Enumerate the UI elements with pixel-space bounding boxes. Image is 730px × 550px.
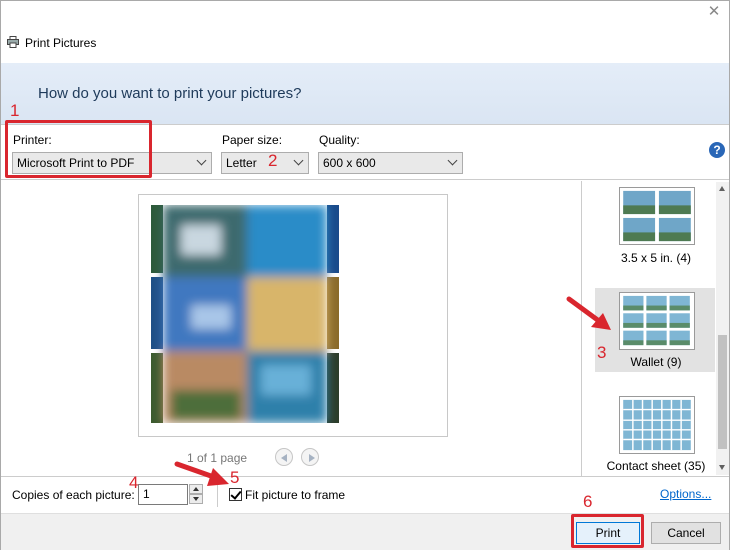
layout-caption: 3.5 x 5 in. (4): [620, 251, 692, 265]
printer-icon: [7, 36, 19, 48]
copies-stepper[interactable]: [189, 484, 203, 505]
annotation-number: 4: [129, 473, 139, 492]
chevron-down-icon: [447, 155, 458, 166]
annotation-number: 5: [230, 468, 240, 487]
window-title: Print Pictures: [25, 36, 97, 50]
options-link[interactable]: Options...: [660, 487, 711, 501]
scroll-down-icon[interactable]: [719, 465, 725, 470]
quality-label: Quality:: [319, 133, 360, 147]
annotation-number: 3: [597, 343, 607, 362]
help-icon[interactable]: ?: [709, 142, 725, 158]
fit-picture-label: Fit picture to frame: [245, 488, 346, 502]
layout-thumbnail: [619, 396, 695, 454]
print-pictures-window: Print Pictures ✕ How do you want to prin…: [0, 0, 730, 550]
annotation-number: 6: [583, 492, 593, 511]
scrollbar-thumb[interactable]: [718, 335, 727, 449]
layout-scrollbar[interactable]: [716, 182, 729, 475]
divider: [217, 481, 218, 507]
stepper-up-icon[interactable]: [189, 484, 203, 494]
next-page-icon[interactable]: [301, 448, 319, 466]
paper-size-value: Letter: [226, 156, 257, 170]
annotation-box-print: [571, 514, 644, 548]
annotation-number: 2: [268, 151, 278, 170]
chevron-down-icon: [196, 155, 207, 166]
quality-select[interactable]: 600 x 600: [318, 152, 463, 174]
annotation-number: 1: [10, 101, 20, 120]
paper-size-label: Paper size:: [222, 133, 283, 147]
fit-picture-checkbox[interactable]: [229, 488, 242, 501]
page-count: 1 of 1 page: [187, 451, 248, 465]
chevron-down-icon: [293, 155, 304, 166]
paper-size-select[interactable]: Letter: [221, 152, 309, 174]
layout-thumbnail: [619, 292, 695, 350]
header-band: How do you want to print your pictures?: [1, 63, 729, 124]
layout-caption: Contact sheet (35): [606, 459, 706, 473]
title-bar: Print Pictures: [1, 1, 729, 63]
copies-input[interactable]: 1: [138, 484, 188, 505]
annotation-box-printer: [5, 120, 152, 178]
preview-pictures: [151, 205, 339, 423]
copies-label: Copies of each picture:: [12, 488, 135, 502]
layout-caption: Wallet (9): [630, 355, 682, 369]
prev-page-icon[interactable]: [275, 448, 293, 466]
quality-value: 600 x 600: [323, 156, 376, 170]
layout-thumbnail: [619, 187, 695, 245]
cancel-button[interactable]: Cancel: [651, 522, 721, 544]
stepper-down-icon[interactable]: [189, 494, 203, 504]
picture-left-column: [151, 205, 163, 423]
scroll-up-icon[interactable]: [719, 186, 725, 191]
close-icon[interactable]: ✕: [707, 4, 721, 19]
blurred-photos: [163, 205, 327, 423]
picture-right-column: [327, 205, 339, 423]
page-question: How do you want to print your pictures?: [38, 85, 302, 102]
